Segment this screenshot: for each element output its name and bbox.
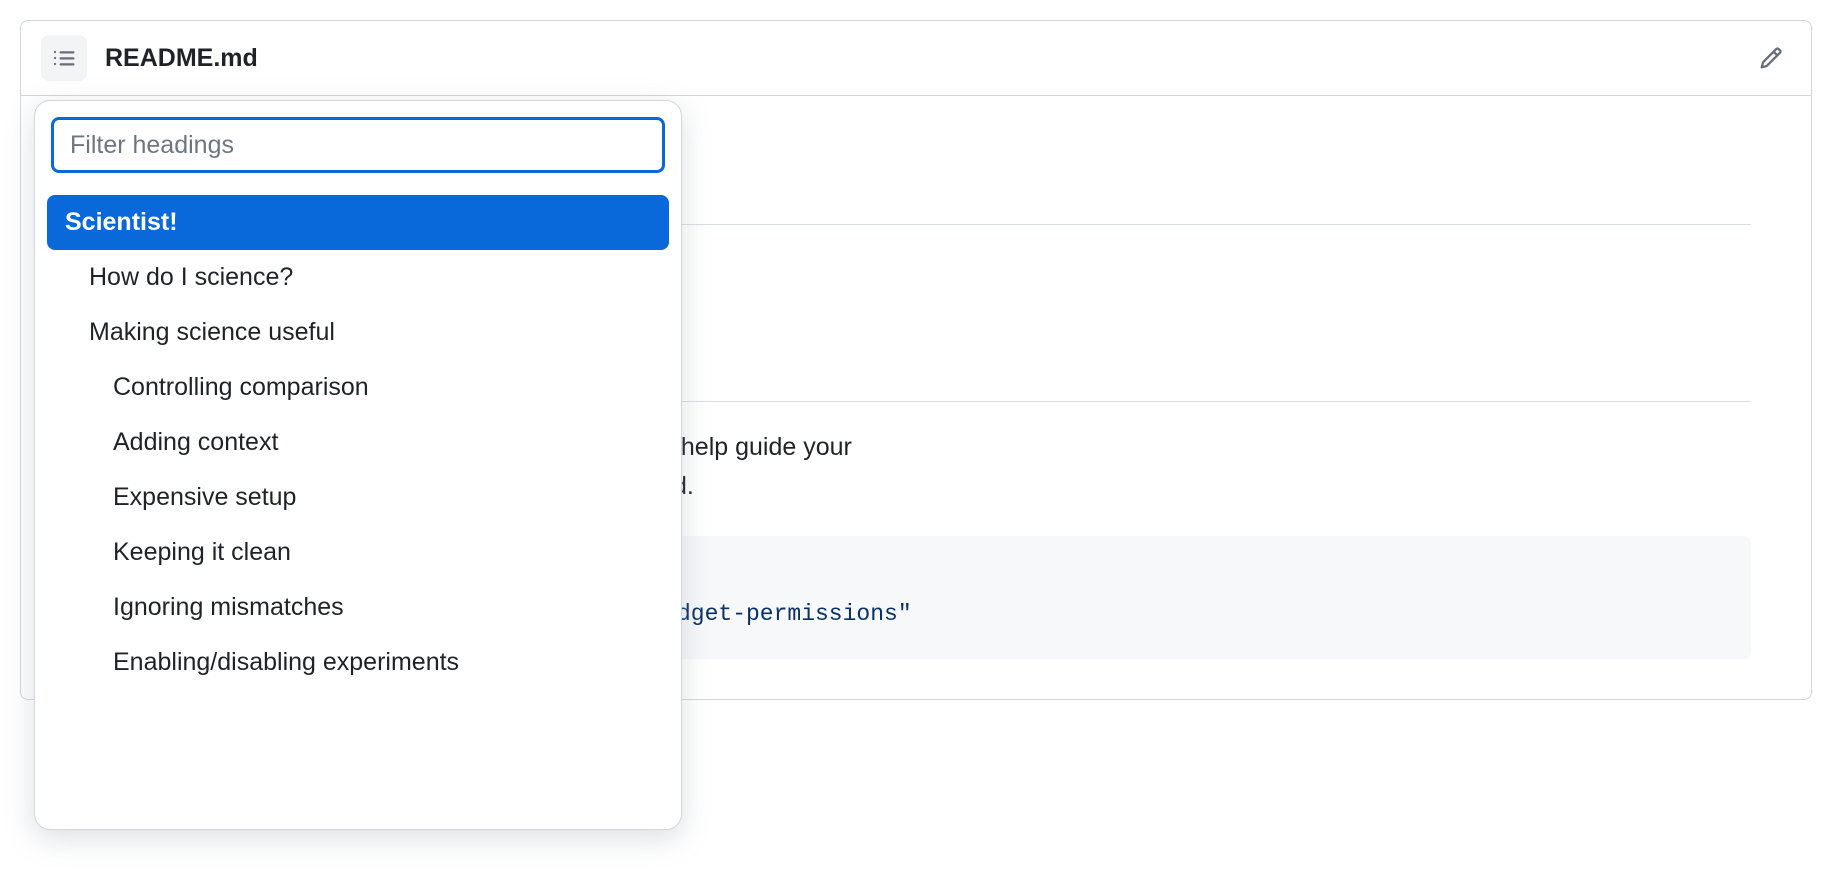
- toc-item[interactable]: Keeping it clean: [47, 525, 669, 580]
- toc-item[interactable]: Making science useful: [47, 305, 669, 360]
- toc-list[interactable]: Scientist!How do I science?Making scienc…: [35, 189, 681, 829]
- toc-popover: Scientist!How do I science?Making scienc…: [34, 100, 682, 830]
- list-icon: [52, 46, 76, 70]
- toc-item[interactable]: Adding context: [47, 415, 669, 470]
- toc-filter-input[interactable]: [51, 117, 665, 173]
- pencil-icon: [1759, 46, 1783, 70]
- toc-item[interactable]: Controlling comparison: [47, 360, 669, 415]
- toc-toggle-button[interactable]: [41, 35, 87, 81]
- toc-item[interactable]: Expensive setup: [47, 470, 669, 525]
- edit-button[interactable]: [1751, 38, 1791, 78]
- filename: README.md: [105, 44, 258, 73]
- panel-header: README.md: [21, 21, 1811, 96]
- toc-item[interactable]: Enabling/disabling experiments: [47, 635, 669, 690]
- toc-item[interactable]: How do I science?: [47, 250, 669, 305]
- toc-item[interactable]: Ignoring mismatches: [47, 580, 669, 635]
- toc-item[interactable]: Scientist!: [47, 195, 669, 250]
- toc-search-wrap: [35, 101, 681, 189]
